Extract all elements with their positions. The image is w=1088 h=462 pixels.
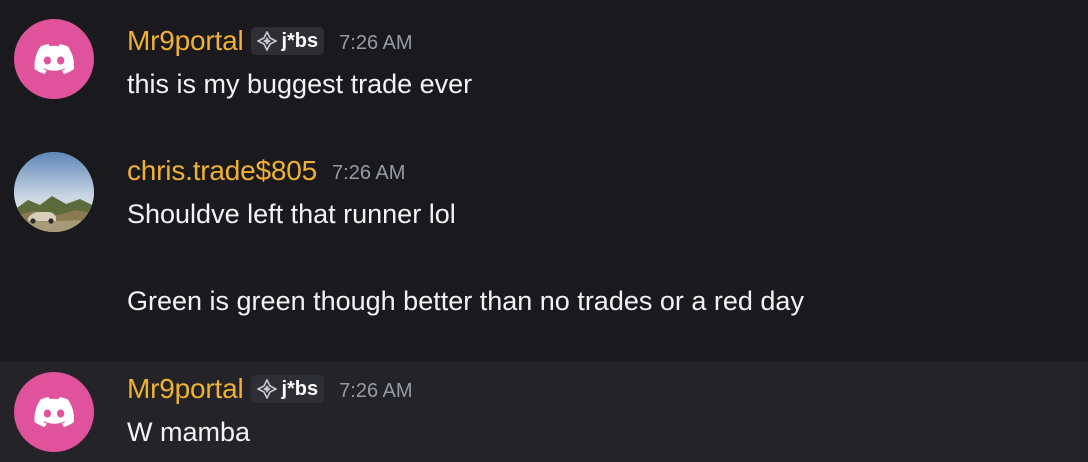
avatar[interactable]	[14, 152, 94, 232]
avatar[interactable]	[14, 19, 94, 99]
message-header: Mr9portal j*bs 7:26 AM	[127, 372, 413, 406]
server-tag[interactable]: j*bs	[251, 27, 325, 55]
diamond-sparkle-icon	[257, 379, 278, 399]
message-text: W mamba	[127, 417, 251, 447]
message-header: chris.trade$805 7:26 AM	[127, 154, 405, 188]
username[interactable]: Mr9portal	[127, 373, 244, 405]
message-item[interactable]: chris.trade$805 7:26 AM Shouldve left th…	[0, 135, 1088, 362]
username[interactable]: Mr9portal	[127, 25, 244, 57]
timestamp[interactable]: 7:26 AM	[339, 380, 412, 403]
message-item[interactable]: Mr9portal j*bs 7:26 AM W mamba	[0, 362, 1088, 462]
message-text: this is my buggest trade ever	[127, 69, 473, 99]
message-text: Shouldve left that runner lol	[127, 199, 456, 229]
discord-logo-icon	[34, 44, 74, 74]
server-tag[interactable]: j*bs	[251, 375, 325, 403]
username[interactable]: chris.trade$805	[127, 155, 317, 187]
profile-photo-image	[14, 152, 94, 232]
message-header: Mr9portal j*bs 7:26 AM	[127, 24, 413, 58]
diamond-sparkle-icon	[257, 31, 278, 51]
message-item[interactable]: Mr9portal j*bs 7:26 AM this is my bugges…	[0, 0, 1088, 135]
message-text: Green is green though better than no tra…	[127, 286, 804, 316]
avatar[interactable]	[14, 372, 94, 452]
server-tag-label: j*bs	[281, 377, 319, 400]
timestamp[interactable]: 7:26 AM	[339, 32, 412, 55]
discord-logo-icon	[34, 397, 74, 427]
server-tag-label: j*bs	[281, 29, 319, 52]
chat-messages: Mr9portal j*bs 7:26 AM this is my bugges…	[0, 0, 1088, 462]
timestamp[interactable]: 7:26 AM	[332, 162, 405, 185]
